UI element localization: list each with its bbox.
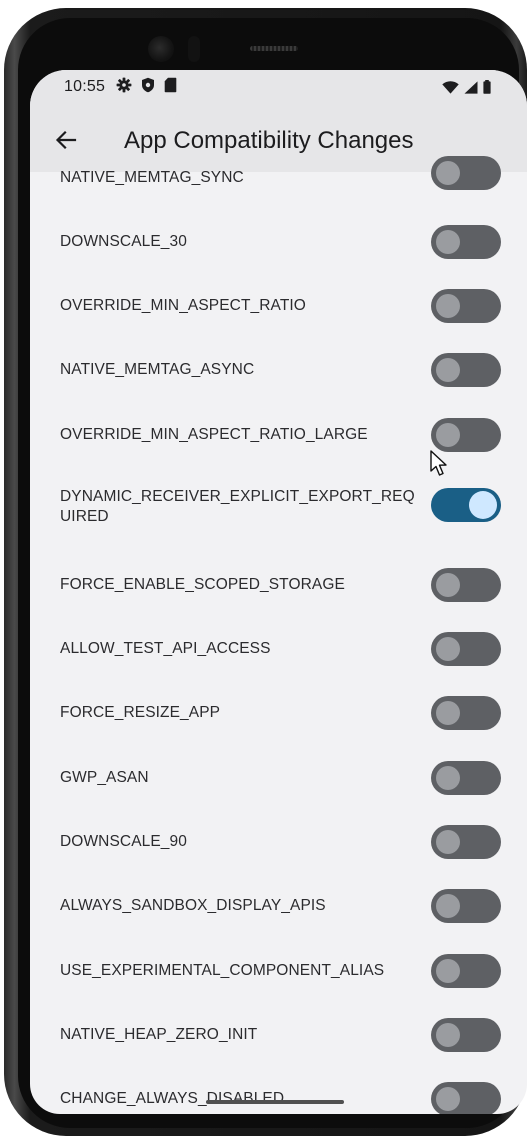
compat-change-toggle[interactable]	[431, 825, 501, 859]
compat-change-label: DYNAMIC_RECEIVER_EXPLICIT_EXPORT_REQUIRE…	[60, 488, 415, 525]
compat-change-label: FORCE_RESIZE_APP	[60, 704, 221, 721]
compat-change-label: GWP_ASAN	[60, 769, 149, 786]
compat-change-item[interactable]: NATIVE_HEAP_ZERO_INIT	[30, 1015, 527, 1067]
compat-change-item[interactable]: ALLOW_TEST_API_ACCESS	[30, 629, 527, 681]
compat-change-item[interactable]: DOWNSCALE_30	[30, 222, 527, 274]
back-button[interactable]	[48, 122, 84, 158]
compat-change-toggle[interactable]	[431, 156, 501, 190]
compat-change-toggle[interactable]	[431, 568, 501, 602]
compat-change-label: ALWAYS_SANDBOX_DISPLAY_APIS	[60, 897, 326, 914]
status-system-icons	[442, 80, 491, 94]
compat-change-toggle[interactable]	[431, 289, 501, 323]
toggle-knob	[469, 491, 497, 519]
compat-change-item[interactable]: GWP_ASAN	[30, 758, 527, 810]
compat-change-label: OVERRIDE_MIN_ASPECT_RATIO_LARGE	[60, 426, 368, 443]
sensor-slot	[188, 36, 200, 62]
compat-change-toggle[interactable]	[431, 488, 501, 522]
page-title: App Compatibility Changes	[124, 127, 414, 154]
compat-change-label: NATIVE_MEMTAG_SYNC	[60, 169, 244, 186]
status-bar: 10:55	[30, 70, 527, 110]
gesture-nav-handle[interactable]	[206, 1100, 344, 1104]
toggle-knob	[436, 573, 460, 597]
toggle-knob	[436, 701, 460, 725]
toggle-knob	[436, 1023, 460, 1047]
toggle-knob	[436, 830, 460, 854]
compat-change-toggle[interactable]	[431, 353, 501, 387]
toggle-knob	[436, 230, 460, 254]
compat-change-item[interactable]: DOWNSCALE_90	[30, 822, 527, 874]
toggle-knob	[436, 358, 460, 382]
compat-change-item[interactable]: OVERRIDE_MIN_ASPECT_RATIO	[30, 286, 527, 338]
compat-change-label: NATIVE_MEMTAG_ASYNC	[60, 361, 255, 378]
compat-change-item[interactable]: DYNAMIC_RECEIVER_EXPLICIT_EXPORT_REQUIRE…	[30, 470, 527, 540]
compat-change-item[interactable]: OVERRIDE_MIN_ASPECT_RATIO_LARGE	[30, 415, 527, 467]
toggle-knob	[436, 959, 460, 983]
mouse-pointer-icon	[430, 450, 447, 476]
compat-change-label: FORCE_ENABLE_SCOPED_STORAGE	[60, 576, 345, 593]
compat-change-label: OVERRIDE_MIN_ASPECT_RATIO	[60, 297, 306, 314]
compat-change-item[interactable]: FORCE_RESIZE_APP	[30, 693, 527, 745]
compat-change-toggle[interactable]	[431, 696, 501, 730]
toggle-knob	[436, 637, 460, 661]
compat-change-item[interactable]: CHANGE_ALWAYS_DISABLED	[30, 1079, 527, 1114]
toggle-knob	[436, 294, 460, 318]
compat-change-toggle[interactable]	[431, 418, 501, 452]
sd-card-icon	[164, 77, 177, 93]
compat-change-label: DOWNSCALE_30	[60, 233, 187, 250]
compat-change-label: USE_EXPERIMENTAL_COMPONENT_ALIAS	[60, 962, 385, 979]
compat-change-toggle[interactable]	[431, 954, 501, 988]
arrow-back-icon	[55, 130, 77, 150]
compat-change-label: DOWNSCALE_90	[60, 833, 187, 850]
signal-icon	[464, 80, 478, 94]
compat-change-toggle[interactable]	[431, 761, 501, 795]
screen: 10:55 App Compatibility Changes NATIVE_M…	[30, 70, 527, 1114]
compat-change-label: ALLOW_TEST_API_ACCESS	[60, 640, 271, 657]
toggle-knob	[436, 766, 460, 790]
toggle-knob	[436, 161, 460, 185]
settings-gear-icon	[116, 77, 132, 93]
compat-change-label: NATIVE_HEAP_ZERO_INIT	[60, 1026, 258, 1043]
status-notification-icons	[116, 77, 177, 93]
front-camera	[148, 36, 174, 62]
toggle-knob	[436, 1087, 460, 1111]
earpiece-speaker	[250, 46, 298, 51]
compat-change-item[interactable]: NATIVE_MEMTAG_ASYNC	[30, 350, 527, 402]
compat-change-item[interactable]: NATIVE_MEMTAG_SYNC	[30, 156, 527, 210]
phone-device: 10:55 App Compatibility Changes NATIVE_M…	[0, 0, 527, 1140]
compat-change-toggle[interactable]	[431, 632, 501, 666]
compat-change-toggle[interactable]	[431, 1082, 501, 1114]
toggle-knob	[436, 423, 460, 447]
compat-change-toggle[interactable]	[431, 1018, 501, 1052]
status-time: 10:55	[64, 78, 106, 95]
compat-change-label: CHANGE_ALWAYS_DISABLED	[60, 1090, 285, 1107]
wifi-icon	[442, 80, 459, 94]
compat-change-toggle[interactable]	[431, 889, 501, 923]
shield-icon	[142, 77, 154, 93]
toggle-knob	[436, 894, 460, 918]
compat-change-item[interactable]: USE_EXPERIMENTAL_COMPONENT_ALIAS	[30, 951, 527, 1003]
compat-change-item[interactable]: FORCE_ENABLE_SCOPED_STORAGE	[30, 565, 527, 617]
compat-change-toggle[interactable]	[431, 225, 501, 259]
compat-change-item[interactable]: ALWAYS_SANDBOX_DISPLAY_APIS	[30, 886, 527, 938]
battery-icon	[483, 80, 491, 94]
